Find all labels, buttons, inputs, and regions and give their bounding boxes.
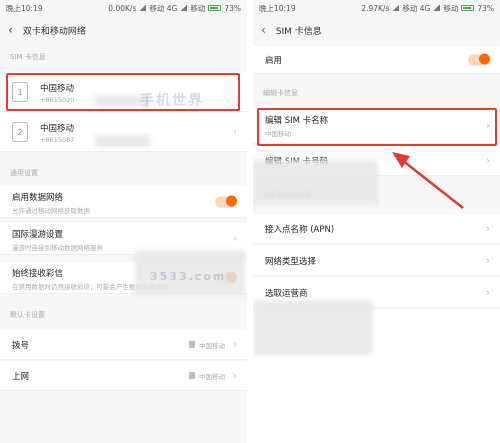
battery-icon (208, 5, 222, 11)
chevron-right-icon: › (233, 370, 237, 381)
battery-level: 73% (477, 3, 494, 13)
carrier2-label: 移动 (443, 3, 459, 13)
sim1-number: +8615020 (40, 96, 75, 104)
sim-icon (189, 341, 195, 348)
status-time: 晚上10:19 (259, 3, 296, 13)
sim2-number: +8615087 (40, 136, 75, 144)
page-title: 双卡和移动网络 (22, 26, 86, 37)
sim2-name: 中国移动 (40, 124, 75, 134)
carrier-label: 移动 4G (402, 3, 431, 13)
dial-default-item[interactable]: 拨号 中国移动 › (0, 330, 247, 360)
chevron-right-icon: › (486, 255, 490, 266)
battery-icon (461, 5, 475, 11)
chevron-right-icon: › (486, 120, 490, 131)
data-toggle[interactable] (215, 195, 237, 207)
chevron-right-icon: › (486, 223, 490, 234)
carrier-label: 移动 4G (149, 3, 178, 13)
title-bar: ‹ 双卡和移动网络 (0, 16, 247, 44)
carrier2-label: 移动 (190, 3, 206, 13)
right-screen: 晚上10:19 2.97K/s 移动 4G 移动 73% ‹ SIM 卡信息 启… (253, 0, 500, 443)
signal-icon (392, 5, 400, 11)
enable-data-item[interactable]: 启用数据网络 允许通过移动网络获取数据 (0, 186, 247, 218)
status-bar: 晚上10:19 2.97K/s 移动 4G 移动 73% (253, 0, 500, 16)
chevron-right-icon: › (233, 339, 237, 350)
battery-level: 73% (224, 3, 241, 13)
back-arrow-icon[interactable]: ‹ (261, 23, 266, 37)
chevron-right-icon: › (233, 126, 237, 137)
network-speed: 0.00K/s (108, 3, 137, 13)
chevron-right-icon: › (233, 233, 237, 244)
enable-sim-item[interactable]: 启用 (253, 46, 500, 74)
enable-toggle[interactable] (468, 53, 490, 65)
status-time: 晚上10:19 (6, 3, 43, 13)
sim-card-icon: 2 (12, 122, 28, 142)
signal2-icon (180, 5, 188, 11)
redaction-blur (253, 160, 378, 205)
watermark-brand: 手机世界 (140, 93, 204, 109)
chevron-right-icon: › (486, 287, 490, 298)
watermark-site: 3533.com (150, 270, 227, 283)
chevron-right-icon: › (486, 155, 490, 166)
redaction-blur (253, 300, 373, 355)
redaction-blur (95, 135, 150, 147)
default-section-label: 默认卡设置 (10, 311, 45, 319)
status-bar: 晚上10:19 0.00K/s 移动 4G 移动 73% (0, 0, 247, 16)
internet-default-item[interactable]: 上网 中国移动 › (0, 361, 247, 391)
sim-section-label: SIM 卡信息 (10, 53, 46, 61)
back-arrow-icon[interactable]: ‹ (8, 23, 13, 37)
edit-sim-name-item[interactable]: 编辑 SIM 卡名称 中国移动 › (253, 108, 500, 144)
signal2-icon (433, 5, 441, 11)
edit-section-label: 编辑卡信息 (263, 89, 298, 97)
sim-card-icon: 1 (12, 82, 28, 102)
signal-icon (139, 5, 147, 11)
sim1-name: 中国移动 (40, 84, 75, 94)
sim-icon (189, 372, 195, 379)
network-speed: 2.97K/s (361, 3, 390, 13)
apn-item[interactable]: 接入点名称 (APN) › (253, 214, 500, 244)
network-type-item[interactable]: 网络类型选择 › (253, 246, 500, 276)
left-screen: 晚上10:19 0.00K/s 移动 4G 移动 73% ‹ 双卡和移动网络 S… (0, 0, 247, 443)
title-bar: ‹ SIM 卡信息 (253, 16, 500, 44)
page-title: SIM 卡信息 (275, 26, 322, 37)
common-section-label: 通用设置 (10, 169, 38, 177)
